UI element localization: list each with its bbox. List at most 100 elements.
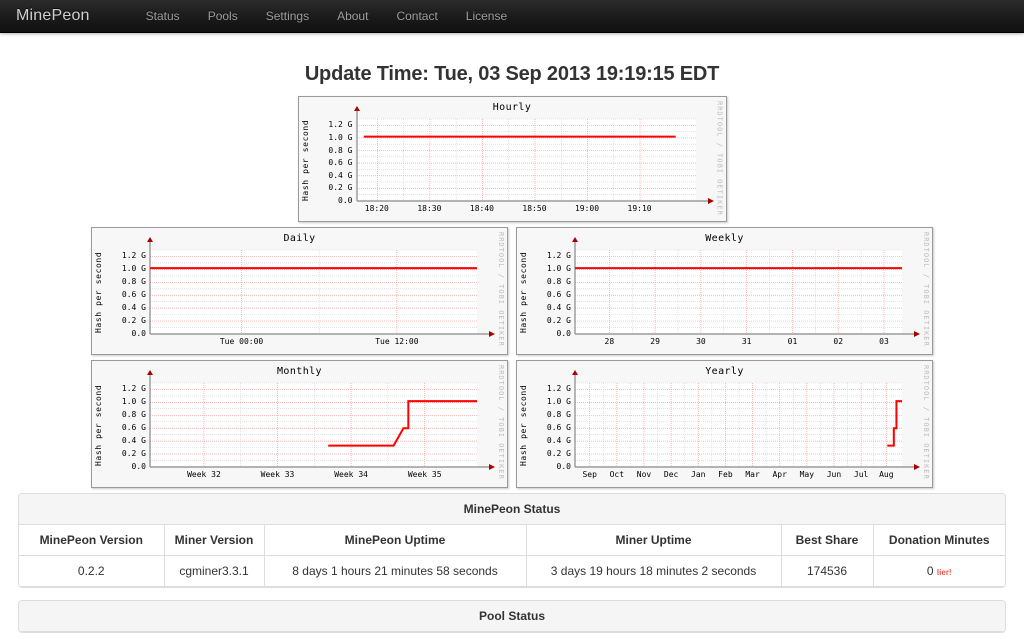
y-tick-label: 0.2 G (546, 316, 571, 326)
graph-daily[interactable]: Daily RRDTOOL / TOBI OETIKER Hash per seco… (91, 227, 508, 355)
graph-row-daily-weekly: Daily RRDTOOL / TOBI OETIKER Hash per seco… (0, 227, 1024, 355)
x-tick-label: 19:10 (627, 204, 652, 213)
x-tick-label: Jan (691, 470, 706, 479)
x-tick-label: 18:50 (522, 204, 547, 213)
y-tick-label: 1.2 G (121, 251, 146, 261)
table-row: 0.2.2 cgminer3.3.1 8 days 1 hours 21 min… (19, 555, 1005, 587)
y-tick-label: 0.0 (338, 196, 353, 205)
y-tick-label: 1.0 G (328, 132, 353, 142)
x-tick-label: Tue 00:00 (219, 337, 264, 346)
y-tick-label: 1.2 G (328, 120, 353, 130)
graph-weekly[interactable]: Weekly RRDTOOL / TOBI OETIKER Hash per sec… (516, 227, 933, 355)
x-tick-label: Feb (718, 470, 733, 479)
y-tick-label: 1.2 G (546, 384, 571, 394)
col-minepeon-version: MinePeon Version (19, 525, 165, 556)
y-tick-label: 0.0 (556, 329, 571, 338)
y-tick-label: 0.4 G (121, 436, 146, 446)
x-tick-label: Week 34 (334, 470, 368, 479)
cell-miner-version: cgminer3.3.1 (163, 555, 265, 587)
x-tick-label: May (799, 470, 815, 479)
y-tick-label: 0.2 G (328, 183, 353, 193)
chart-plot (147, 370, 495, 470)
col-minepeon-uptime: MinePeon Uptime (263, 525, 527, 556)
x-tick-label: 02 (833, 337, 844, 346)
page-title: Update Time: Tue, 03 Sep 2013 19:19:15 E… (304, 63, 720, 85)
minepeon-status-heading: MinePeon Status (19, 494, 1005, 525)
y-tick-label: 1.2 G (121, 384, 146, 394)
y-tick-label: 1.0 G (546, 264, 571, 274)
y-tick-label: 0.8 G (328, 145, 353, 155)
brand-logo[interactable]: MinePeon (16, 7, 90, 25)
y-tick-label: 0.4 G (121, 303, 146, 313)
table-header-row: MinePeon Version Miner Version MinePeon … (19, 525, 1005, 556)
graph-yearly[interactable]: Yearly RRDTOOL / TOBI OETIKER Hash per sec… (516, 360, 933, 488)
y-tick-label: 0.8 G (546, 277, 571, 287)
x-tick-label: 28 (604, 337, 615, 346)
y-tick-label: 0.2 G (121, 316, 146, 326)
x-tick-label: 30 (696, 337, 706, 346)
x-tick-label: 18:20 (364, 204, 389, 213)
nav-item-pools[interactable]: Pools (194, 0, 252, 33)
x-tick-label: Jun (826, 470, 842, 479)
chart-plot (147, 237, 495, 337)
graph-area: Hourly RRDTOOL / TOBI OETIKER Hash per sec… (0, 96, 1024, 488)
chart-plot (572, 370, 920, 470)
y-tick-label: 0.6 G (121, 423, 146, 433)
minepeon-status-panel: MinePeon Status MinePeon Version Miner V… (18, 493, 1006, 588)
x-tick-label: Mar (745, 470, 760, 479)
pool-status-heading: Pool Status (19, 601, 1005, 632)
chart-plot (353, 106, 714, 204)
graph-monthly[interactable]: Monthly RRDTOOL / TOBI OETIKER Hash per se… (91, 360, 508, 488)
y-tick-label: 0.6 G (546, 423, 571, 433)
nav-item-license[interactable]: License (452, 0, 521, 33)
nav-item-settings[interactable]: Settings (252, 0, 323, 33)
x-tick-label: 18:40 (469, 204, 494, 213)
cell-miner-uptime: 3 days 19 hours 18 minutes 2 seconds (525, 555, 782, 587)
cell-minepeon-version: 0.2.2 (19, 555, 165, 587)
col-best-share: Best Share (780, 525, 874, 556)
top-navbar: MinePeon Status Pools Settings About Con… (0, 0, 1024, 33)
y-axis-label: Hash per second (519, 251, 528, 333)
nav-item-contact[interactable]: Contact (382, 0, 451, 33)
y-tick-label: 1.0 G (121, 397, 146, 407)
y-tick-label: 0.6 G (328, 158, 353, 168)
y-tick-label: 0.2 G (121, 449, 146, 459)
nav-item-status[interactable]: Status (132, 0, 194, 33)
x-tick-label: Week 32 (187, 470, 221, 479)
graph-row-monthly-yearly: Monthly RRDTOOL / TOBI OETIKER Hash per se… (0, 360, 1024, 488)
col-donation-minutes: Donation Minutes (872, 525, 1005, 556)
nav-links: Status Pools Settings About Contact Lice… (132, 0, 522, 33)
y-tick-label: 0.8 G (546, 410, 571, 420)
x-tick-label: 01 (787, 337, 798, 346)
y-tick-label: 0.6 G (546, 290, 571, 300)
col-miner-uptime: Miner Uptime (525, 525, 782, 556)
y-axis-label: Hash per second (94, 384, 103, 466)
cell-minepeon-uptime: 8 days 1 hours 21 minutes 58 seconds (263, 555, 527, 587)
y-tick-label: 0.4 G (328, 170, 353, 180)
y-tick-label: 0.0 (556, 462, 571, 471)
x-tick-label: Nov (636, 470, 652, 479)
donation-value: 0 (926, 564, 934, 578)
x-tick-label: 31 (741, 337, 752, 346)
x-tick-label: Tue 12:00 (375, 337, 419, 346)
y-axis-label: Hash per second (519, 384, 528, 466)
x-tick-label: Week 33 (260, 470, 295, 479)
x-tick-label: 29 (650, 337, 660, 346)
y-tick-label: 0.4 G (546, 303, 571, 313)
y-tick-label: 0.6 G (121, 290, 146, 300)
y-tick-label: 0.0 (131, 462, 146, 471)
cell-best-share: 174536 (780, 555, 874, 587)
x-tick-label: 18:30 (417, 204, 442, 213)
nav-item-about[interactable]: About (323, 0, 382, 33)
x-tick-label: Apr (772, 470, 787, 479)
y-tick-label: 0.0 (131, 329, 146, 338)
y-tick-label: 1.0 G (121, 264, 146, 274)
minepeon-status-table: MinePeon Version Miner Version MinePeon … (19, 525, 1005, 587)
x-tick-label: Jul (853, 470, 869, 479)
cell-donation-minutes: 0 lier! (872, 555, 1005, 587)
graph-hourly[interactable]: Hourly RRDTOOL / TOBI OETIKER Hash per sec… (297, 96, 727, 222)
y-tick-label: 1.2 G (546, 251, 571, 261)
pool-status-panel: Pool Status (18, 600, 1006, 633)
x-tick-label: Aug (879, 470, 894, 479)
y-tick-label: 0.8 G (121, 277, 146, 287)
